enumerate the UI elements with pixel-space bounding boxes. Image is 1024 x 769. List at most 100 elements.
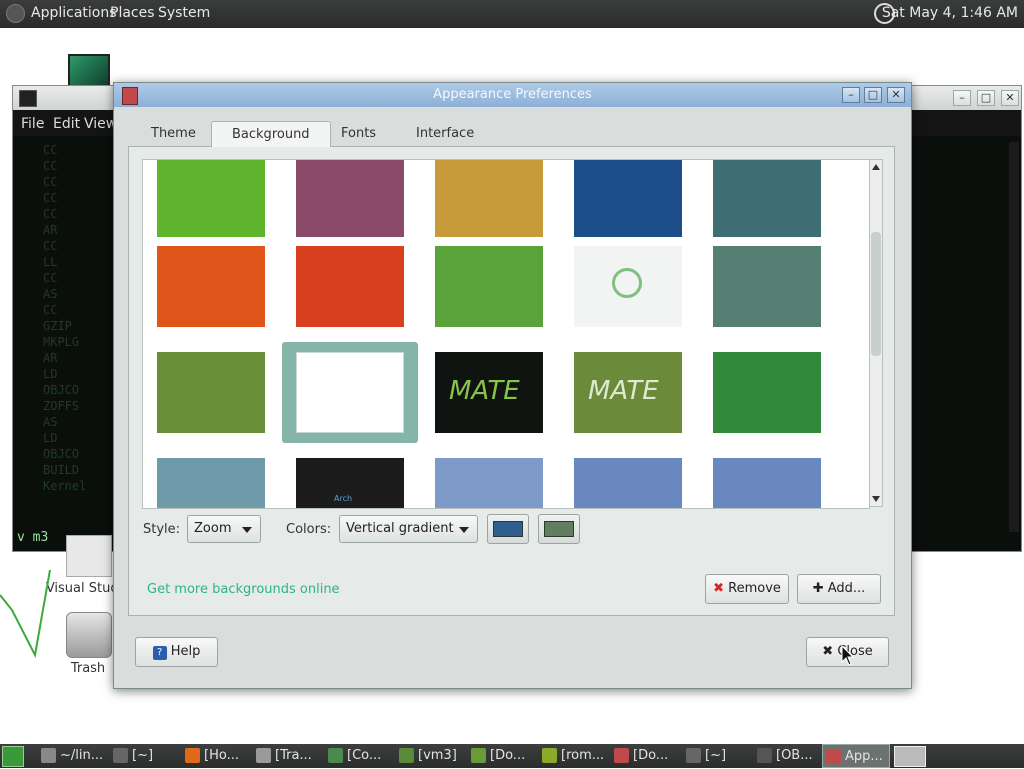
taskbar-item[interactable]: [Ho... <box>182 744 252 768</box>
clock[interactable]: Sat May 4, 1:46 AM <box>882 5 1018 21</box>
gallery-scrollbar[interactable] <box>869 159 883 507</box>
menu-file[interactable]: File <box>21 116 44 132</box>
desktop-wallpaper-line <box>0 570 51 659</box>
dialog-titlebar[interactable]: Appearance Preferences – □ ✕ <box>114 83 911 107</box>
terminal-scrollbar[interactable] <box>1009 142 1019 532</box>
colors-combo[interactable]: Vertical gradient <box>339 515 478 543</box>
taskbar-item[interactable]: [Do... <box>611 744 681 768</box>
wallpaper-thumb-teal-wave[interactable] <box>713 246 821 327</box>
taskbar-app-icon <box>757 748 772 763</box>
show-desktop-icon[interactable] <box>2 746 24 767</box>
vscode-icon[interactable] <box>66 535 112 577</box>
wallpaper-thumb-orange-flower[interactable] <box>157 246 265 327</box>
terminal-line: CC <box>43 239 58 253</box>
close-icon: ✖ <box>822 644 834 659</box>
wallpaper-thumb-red-flower[interactable] <box>296 246 404 327</box>
terminal-line: CC <box>43 175 58 189</box>
close-button[interactable]: ✕ <box>1001 90 1019 106</box>
taskbar-item[interactable]: [rom... <box>539 744 609 768</box>
taskbar-item-label: [~] <box>705 748 727 763</box>
wallpaper-thumb-green-leaves-dew[interactable] <box>713 352 821 433</box>
style-combo[interactable]: Zoom <box>187 515 261 543</box>
menu-applications[interactable]: Applications <box>31 5 117 21</box>
taskbar-item[interactable]: App... <box>822 744 890 768</box>
terminal-line: Kernel <box>43 479 87 493</box>
close-button[interactable]: ✕ <box>887 87 905 103</box>
chevron-down-icon <box>242 527 252 533</box>
wallpaper-thumb-blue-flowers-1[interactable] <box>435 458 543 508</box>
scroll-up-icon[interactable] <box>872 164 880 170</box>
taskbar-item[interactable]: [Do... <box>468 744 538 768</box>
help-button[interactable]: ? Help <box>135 637 218 667</box>
trash-icon[interactable] <box>66 612 112 658</box>
menu-places[interactable]: Places <box>110 5 155 21</box>
taskbar-item[interactable]: [vm3] <box>396 744 466 768</box>
wallpaper-thumb-blue-flowers-2[interactable] <box>574 458 682 508</box>
colors-combo-value: Vertical gradient <box>346 521 454 536</box>
bottom-taskbar: ~/lin... [~] [Ho... [Tra... [Co... [vm3] [Do..… <box>0 744 1024 768</box>
tab-theme[interactable]: Theme <box>131 121 216 147</box>
primary-color-swatch <box>493 521 523 537</box>
wallpaper-thumb-wheat-field[interactable] <box>435 160 543 237</box>
more-backgrounds-link[interactable]: Get more backgrounds online <box>147 582 340 597</box>
terminal-line: OBJCO <box>43 447 80 461</box>
maximize-button[interactable]: □ <box>864 87 882 103</box>
minimize-button[interactable]: – <box>953 90 971 106</box>
workspace-switcher[interactable] <box>894 746 926 767</box>
terminal-line: BUILD <box>43 463 80 477</box>
terminal-line: LD <box>43 431 58 445</box>
remove-button-label: Remove <box>728 581 781 596</box>
taskbar-item[interactable]: [Tra... <box>253 744 323 768</box>
secondary-color-button[interactable] <box>538 514 580 544</box>
wallpaper-thumb-arch-dark[interactable]: Arch <box>296 458 404 508</box>
taskbar-item-label: [vm3] <box>418 748 457 763</box>
scrollbar-thumb[interactable] <box>871 232 881 356</box>
help-button-label: Help <box>170 644 201 659</box>
maximize-button[interactable]: □ <box>977 90 995 106</box>
taskbar-app-icon <box>113 748 128 763</box>
add-button[interactable]: ✚ Add... <box>797 574 881 604</box>
remove-button[interactable]: ✖ Remove <box>705 574 789 604</box>
taskbar-item[interactable]: [~] <box>683 744 753 768</box>
taskbar-app-icon <box>542 748 557 763</box>
desktop-icon-label[interactable]: Trash <box>58 661 118 676</box>
mate-menu-icon[interactable] <box>6 4 25 23</box>
scroll-down-icon[interactable] <box>872 496 880 502</box>
tab-interface[interactable]: Interface <box>396 121 494 147</box>
taskbar-item-label: [OB... <box>776 748 813 763</box>
wallpaper-thumb-grass[interactable] <box>435 246 543 327</box>
taskbar-item[interactable]: ~/lin... <box>38 744 108 768</box>
primary-color-button[interactable] <box>487 514 529 544</box>
wallpaper-thumb-blue-gradient[interactable] <box>157 458 265 508</box>
wallpaper-thumb-mate-green[interactable]: MATE <box>574 352 682 433</box>
terminal-line: CC <box>43 271 58 285</box>
taskbar-item[interactable]: [Co... <box>325 744 395 768</box>
taskbar-app-icon <box>826 749 841 764</box>
taskbar-app-icon <box>328 748 343 763</box>
wallpaper-thumb-teal-dots[interactable] <box>713 160 821 237</box>
wallpaper-thumb-ladybug[interactable] <box>157 352 265 433</box>
remove-icon: ✖ <box>713 581 724 596</box>
wallpaper-thumb-green-leaf[interactable] <box>157 160 265 237</box>
taskbar-item[interactable]: [OB... <box>754 744 824 768</box>
chevron-down-icon <box>459 527 469 533</box>
taskbar-app-icon <box>686 748 701 763</box>
tab-fonts[interactable]: Fonts <box>321 121 396 147</box>
wallpaper-thumb-mate-sketch[interactable] <box>296 352 404 433</box>
terminal-line: CC <box>43 191 58 205</box>
wallpaper-thumb-blue-flowers-3[interactable] <box>713 458 821 508</box>
wallpaper-thumb-mate-dark[interactable]: MATE <box>435 352 543 433</box>
wallpaper-thumb-nebula[interactable] <box>296 160 404 237</box>
tab-background[interactable]: Background <box>211 121 331 147</box>
wallpaper-thumb-blue-abstract[interactable] <box>574 160 682 237</box>
menu-system[interactable]: System <box>158 5 210 21</box>
arch-logo-text: Arch <box>334 494 353 503</box>
wallpaper-gallery[interactable]: MATE MATE Arch <box>142 159 870 509</box>
taskbar-item[interactable]: [~] <box>110 744 180 768</box>
minimize-button[interactable]: – <box>842 87 860 103</box>
help-icon: ? <box>152 646 167 660</box>
terminal-status: v m3 <box>17 530 49 545</box>
style-combo-value: Zoom <box>194 521 232 536</box>
menu-edit[interactable]: Edit <box>53 116 80 132</box>
wallpaper-thumb-mate-logo-light[interactable] <box>574 246 682 327</box>
